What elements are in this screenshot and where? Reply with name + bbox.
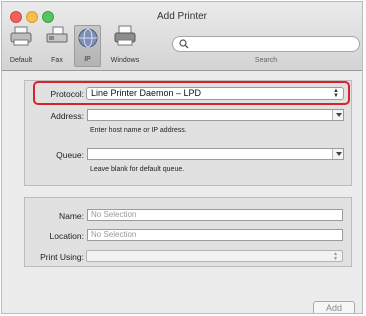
chevron-down-icon bbox=[336, 152, 342, 156]
toolbar-windows-label: Windows bbox=[110, 57, 140, 64]
location-field[interactable]: No Selection bbox=[87, 229, 343, 241]
location-label: Location: bbox=[49, 231, 85, 241]
toolbar-default-label: Default bbox=[9, 57, 33, 64]
add-printer-window: Add Printer Default Fax IP Windows Searc… bbox=[1, 1, 363, 314]
window-title: Add Printer bbox=[156, 11, 208, 22]
queue-field[interactable] bbox=[87, 148, 344, 160]
queue-hint: Leave blank for default queue. bbox=[90, 166, 185, 173]
add-button[interactable]: Add bbox=[313, 301, 355, 313]
toolbar-fax-label: Fax bbox=[51, 57, 63, 64]
chevron-down-icon bbox=[336, 113, 342, 117]
location-placeholder: No Selection bbox=[91, 230, 137, 239]
protocol-label: Protocol: bbox=[50, 89, 84, 99]
windows-printer-icon bbox=[114, 25, 136, 46]
popup-arrows-icon: ▲ ▼ bbox=[333, 251, 338, 262]
protocol-value: Line Printer Daemon – LPD bbox=[91, 88, 202, 98]
address-dropdown-button[interactable] bbox=[332, 110, 343, 120]
toolbar-ip-button[interactable]: IP bbox=[74, 25, 101, 67]
queue-dropdown-button[interactable] bbox=[332, 149, 343, 159]
name-placeholder: No Selection bbox=[91, 210, 137, 219]
address-hint: Enter host name or IP address. bbox=[90, 127, 187, 134]
print-using-label: Print Using: bbox=[40, 252, 84, 262]
queue-label: Queue: bbox=[56, 150, 84, 160]
print-using-select[interactable]: ▲ ▼ bbox=[86, 250, 343, 262]
ip-globe-icon bbox=[78, 28, 97, 48]
toolbar: Add Printer Default Fax IP Windows Searc… bbox=[2, 2, 362, 71]
default-printer-icon bbox=[10, 26, 32, 46]
toolbar-default-button[interactable]: Default bbox=[4, 25, 38, 67]
name-label: Name: bbox=[58, 211, 84, 221]
toolbar-ip-label: IP bbox=[84, 56, 91, 63]
search-label: Search bbox=[254, 57, 278, 64]
address-label: Address: bbox=[50, 111, 84, 121]
protocol-popup[interactable]: Line Printer Daemon – LPD ▲ ▼ bbox=[86, 87, 344, 100]
fax-icon bbox=[46, 26, 68, 43]
toolbar-windows-button[interactable]: Windows bbox=[104, 25, 146, 67]
toolbar-fax-button[interactable]: Fax bbox=[42, 25, 72, 67]
search-icon bbox=[179, 39, 189, 49]
address-field[interactable] bbox=[87, 109, 344, 121]
name-field[interactable]: No Selection bbox=[87, 209, 343, 221]
popup-arrows-icon: ▲ ▼ bbox=[333, 88, 339, 99]
search-input[interactable] bbox=[172, 36, 360, 52]
